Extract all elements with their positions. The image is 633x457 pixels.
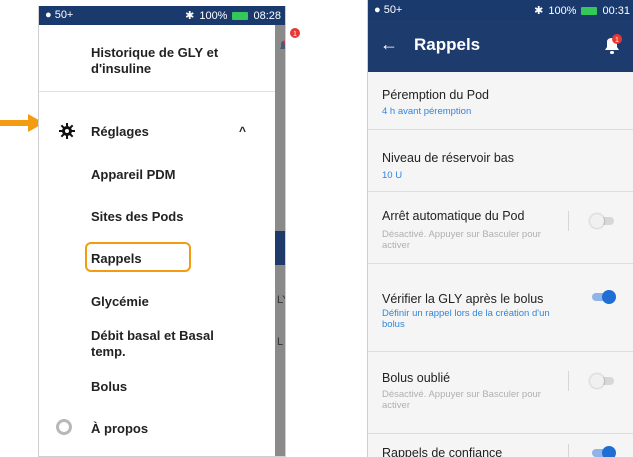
app-bar: ← Rappels 1 (368, 20, 633, 72)
auto-off-toggle[interactable] (590, 214, 616, 228)
status-bar: ● 50+ ✱ 100% 08:28 (39, 6, 285, 25)
battery-icon (232, 11, 249, 20)
drawer-item-label: Rappels (91, 251, 142, 266)
notification-count: 1 (293, 31, 297, 38)
bell-icon[interactable]: 1 (284, 28, 300, 44)
clock: 08:28 (253, 9, 281, 22)
notification-count: 1 (615, 37, 619, 44)
confidence-toggle[interactable] (590, 446, 616, 457)
reminder-row-confidence: Rappels de confiance (368, 434, 633, 457)
background-text: L (277, 336, 284, 348)
bluetooth-icon: ✱ (185, 10, 195, 22)
bg-after-bolus-toggle[interactable] (590, 290, 616, 304)
navigation-drawer: Historique de GLY et d'insuline Réglages… (39, 25, 275, 456)
reminder-row-bg-after-bolus: Vérifier la GLY après le bolus Définir u… (368, 264, 633, 352)
missed-bolus-toggle[interactable] (590, 374, 616, 388)
battery-icon (581, 6, 598, 15)
divider (39, 91, 275, 92)
back-arrow-icon[interactable]: ← (380, 34, 398, 55)
drawer-item-label: Sites des Pods (91, 209, 184, 224)
reminder-row-missed-bolus: Bolus oublié Désactivé. Appuyer sur Basc… (368, 352, 633, 434)
reminder-row-low-reservoir[interactable]: Niveau de réservoir bas 10 U (368, 130, 633, 192)
divider (568, 211, 569, 231)
background-button (275, 231, 285, 265)
reminder-row-pod-expiry[interactable]: Péremption du Pod 4 h avant péremption (368, 72, 633, 130)
row-subtitle: 4 h avant péremption (382, 106, 472, 117)
battery-percent: 100% (548, 4, 577, 17)
phone-screen-menu: ● 50+ ✱ 100% 08:28 LY L Historique de GL… (38, 6, 286, 457)
divider (568, 444, 569, 457)
drawer-item-label: À propos (91, 421, 149, 436)
chevron-up-icon: ^ (239, 124, 247, 138)
divider (568, 371, 569, 391)
phone-screen-reminders: ● 50+ ✱ 100% 00:31 ← Rappels 1 Péremptio… (367, 0, 633, 457)
drawer-item-about[interactable]: À propos (39, 419, 275, 441)
row-title: Rappels de confiance (382, 446, 503, 457)
bell-icon[interactable]: 1 (602, 34, 622, 56)
drawer-item-label: Bolus (91, 379, 128, 394)
page-title: Rappels (414, 35, 481, 54)
row-subtitle: Désactivé. Appuyer sur Basculer pour act… (382, 229, 541, 251)
drawer-item-settings[interactable]: Réglages ^ (39, 123, 275, 144)
about-icon (56, 419, 72, 435)
row-title: Arrêt automatique du Pod (382, 209, 525, 223)
bluetooth-icon: ✱ (534, 5, 544, 17)
gear-icon (59, 123, 75, 139)
row-subtitle: Définir un rappel lors de la création d'… (382, 308, 550, 330)
background-text: LY (277, 294, 285, 306)
drawer-item-label: Débit basal et Basal temp. (91, 328, 214, 359)
drawer-item-label: Glycémie (91, 294, 149, 309)
reminder-row-auto-off: Arrêt automatique du Pod Désactivé. Appu… (368, 192, 633, 264)
signal-indicator: ● 50+ (45, 9, 74, 21)
drawer-item-label: Réglages (91, 124, 149, 139)
row-title: Bolus oublié (382, 371, 451, 385)
row-title: Vérifier la GLY après le bolus (382, 292, 544, 306)
row-title: Péremption du Pod (382, 88, 490, 102)
clock: 00:31 (602, 4, 630, 17)
battery-percent: 100% (199, 9, 228, 22)
signal-indicator: ● 50+ (374, 4, 403, 16)
drawer-item-label: Appareil PDM (91, 167, 176, 182)
drawer-item-label: Historique de GLY et d'insuline (91, 45, 219, 76)
row-subtitle: 10 U (382, 170, 403, 181)
status-bar: ● 50+ ✱ 100% 00:31 (368, 0, 633, 20)
row-subtitle: Désactivé. Appuyer sur Basculer pour act… (382, 389, 541, 411)
row-title: Niveau de réservoir bas (382, 151, 515, 165)
